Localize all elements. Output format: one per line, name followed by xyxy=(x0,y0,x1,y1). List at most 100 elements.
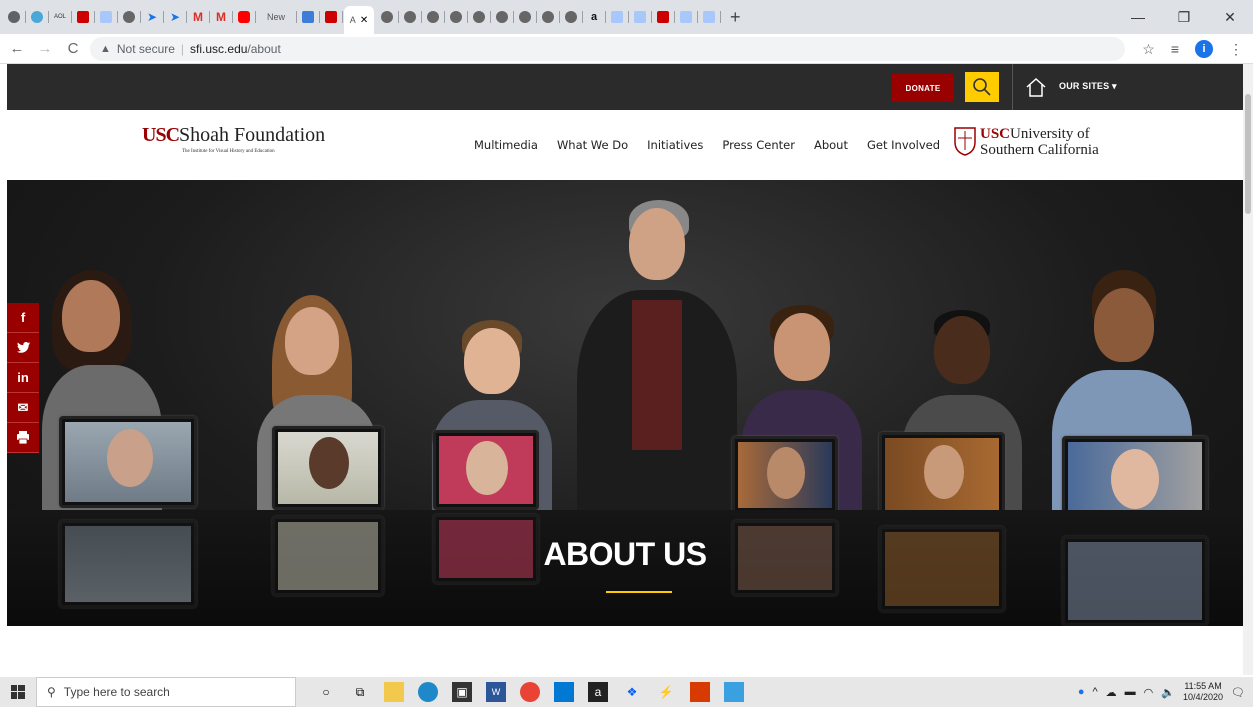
close-icon[interactable]: ✕ xyxy=(1207,0,1253,34)
tab[interactable]: M xyxy=(211,6,233,28)
file-explorer-icon[interactable] xyxy=(384,682,404,702)
tab[interactable] xyxy=(400,6,422,28)
tab[interactable] xyxy=(699,6,721,28)
twitter-icon[interactable] xyxy=(7,333,39,363)
tab[interactable]: ➤ xyxy=(165,6,187,28)
back-icon[interactable]: ← xyxy=(6,40,28,57)
logo-usc: USC xyxy=(142,124,180,146)
forward-icon[interactable]: → xyxy=(34,40,56,57)
wifi-icon[interactable]: ◠ xyxy=(1144,686,1154,699)
docs-icon xyxy=(680,11,692,23)
tab[interactable]: New xyxy=(257,6,297,28)
taskbar-search-input[interactable]: ⚲ Type here to search xyxy=(36,677,296,707)
system-tray: ● ^ ☁ ▬ ◠ 🔈 11:55 AM 10/4/2020 🗨 xyxy=(1078,677,1253,707)
clock[interactable]: 11:55 AM 10/4/2020 xyxy=(1183,681,1223,703)
caret-down-icon: ▾ xyxy=(1112,81,1117,91)
cloud-icon[interactable]: ☁ xyxy=(1106,686,1117,699)
star-icon[interactable]: ☆ xyxy=(1142,41,1155,58)
new-tab-icon[interactable]: + xyxy=(730,7,741,28)
nav-get-involved[interactable]: Get Involved xyxy=(867,138,940,152)
tab[interactable] xyxy=(630,6,652,28)
tab[interactable] xyxy=(27,6,49,28)
volume-icon[interactable]: 🔈 xyxy=(1161,686,1175,699)
tab[interactable] xyxy=(515,6,537,28)
bolt-icon[interactable]: ⚡ xyxy=(656,682,676,702)
tab[interactable] xyxy=(492,6,514,28)
shoah-foundation-logo[interactable]: USCShoah Foundation The Institute for Vi… xyxy=(142,124,325,154)
tab[interactable] xyxy=(4,6,26,28)
nav-about[interactable]: About xyxy=(814,138,848,152)
maximize-icon[interactable]: ❐ xyxy=(1161,0,1207,34)
tab[interactable] xyxy=(676,6,698,28)
chrome-icon[interactable] xyxy=(520,682,540,702)
page-scrollbar[interactable] xyxy=(1243,64,1253,675)
cortana-icon[interactable]: ○ xyxy=(316,682,336,702)
linkedin-icon[interactable]: in xyxy=(7,363,39,393)
windows-icon xyxy=(11,685,25,699)
hero-underline xyxy=(606,591,672,593)
nav-multimedia[interactable]: Multimedia xyxy=(474,138,538,152)
aol-icon: AOL xyxy=(53,14,66,20)
tab[interactable] xyxy=(607,6,629,28)
tab[interactable] xyxy=(298,6,320,28)
home-icon[interactable] xyxy=(1025,76,1047,103)
edge-icon[interactable] xyxy=(418,682,438,702)
office-icon[interactable] xyxy=(690,682,710,702)
hero-tablet xyxy=(272,426,384,510)
url-input[interactable]: ▲ Not secure | sfi.usc.edu/about xyxy=(90,36,1125,61)
tab[interactable]: ➤ xyxy=(142,6,164,28)
menu-icon[interactable]: ⋮ xyxy=(1229,41,1243,58)
notifications-icon[interactable]: 🗨 xyxy=(1231,686,1245,699)
window-controls: — ❐ ✕ xyxy=(1115,0,1253,34)
store-icon[interactable]: ▣ xyxy=(452,682,472,702)
email-icon[interactable]: ✉ xyxy=(7,393,39,423)
tab[interactable]: a xyxy=(584,6,606,28)
tab-strip: AOL ➤ ➤ M M New A ✕ a + — ❐ ✕ xyxy=(0,0,1253,34)
tab[interactable] xyxy=(538,6,560,28)
tab[interactable] xyxy=(321,6,343,28)
tab[interactable] xyxy=(73,6,95,28)
search-button[interactable] xyxy=(965,72,999,102)
tab[interactable] xyxy=(377,6,399,28)
usc-university-logo[interactable]: USCUniversity of Southern California xyxy=(953,126,1099,158)
word-icon[interactable]: W xyxy=(486,682,506,702)
globe-icon xyxy=(565,11,577,23)
chevron-up-icon[interactable]: ^ xyxy=(1093,686,1098,698)
print-icon[interactable] xyxy=(7,423,39,453)
close-tab-icon[interactable]: ✕ xyxy=(360,15,368,26)
our-sites-dropdown[interactable]: OUR SITES ▾ xyxy=(1059,81,1117,92)
tab[interactable] xyxy=(234,6,256,28)
tab[interactable] xyxy=(96,6,118,28)
tab[interactable] xyxy=(446,6,468,28)
donate-button[interactable]: DONATE xyxy=(892,74,954,102)
nav-press-center[interactable]: Press Center xyxy=(722,138,795,152)
nav-initiatives[interactable]: Initiatives xyxy=(647,138,703,152)
photos-icon[interactable] xyxy=(724,682,744,702)
tab[interactable]: M xyxy=(188,6,210,28)
tab[interactable] xyxy=(561,6,583,28)
usc-line1: University of xyxy=(1010,126,1090,142)
reload-icon[interactable]: C xyxy=(62,40,84,57)
facebook-icon[interactable]: f xyxy=(7,303,39,333)
dropbox-icon[interactable]: ❖ xyxy=(622,682,642,702)
start-button[interactable] xyxy=(0,677,36,707)
tab[interactable] xyxy=(653,6,675,28)
amazon-icon[interactable]: a xyxy=(588,682,608,702)
tab[interactable] xyxy=(119,6,141,28)
mail-icon[interactable] xyxy=(554,682,574,702)
task-view-icon[interactable]: ⧉ xyxy=(350,682,370,702)
reading-list-icon[interactable]: ≡ xyxy=(1171,41,1179,57)
help-icon[interactable]: ● xyxy=(1078,686,1085,698)
docs-icon xyxy=(634,11,646,23)
tab-active[interactable]: A ✕ xyxy=(344,6,374,34)
battery-icon[interactable]: ▬ xyxy=(1125,686,1136,698)
tab[interactable]: AOL xyxy=(50,6,72,28)
search-icon: ⚲ xyxy=(47,685,56,699)
people-icon xyxy=(302,11,314,23)
nav-what-we-do[interactable]: What We Do xyxy=(557,138,628,152)
tab[interactable] xyxy=(423,6,445,28)
profile-avatar[interactable]: i xyxy=(1195,40,1213,58)
minimize-icon[interactable]: — xyxy=(1115,0,1161,34)
youtube-icon xyxy=(238,11,250,23)
tab[interactable] xyxy=(469,6,491,28)
